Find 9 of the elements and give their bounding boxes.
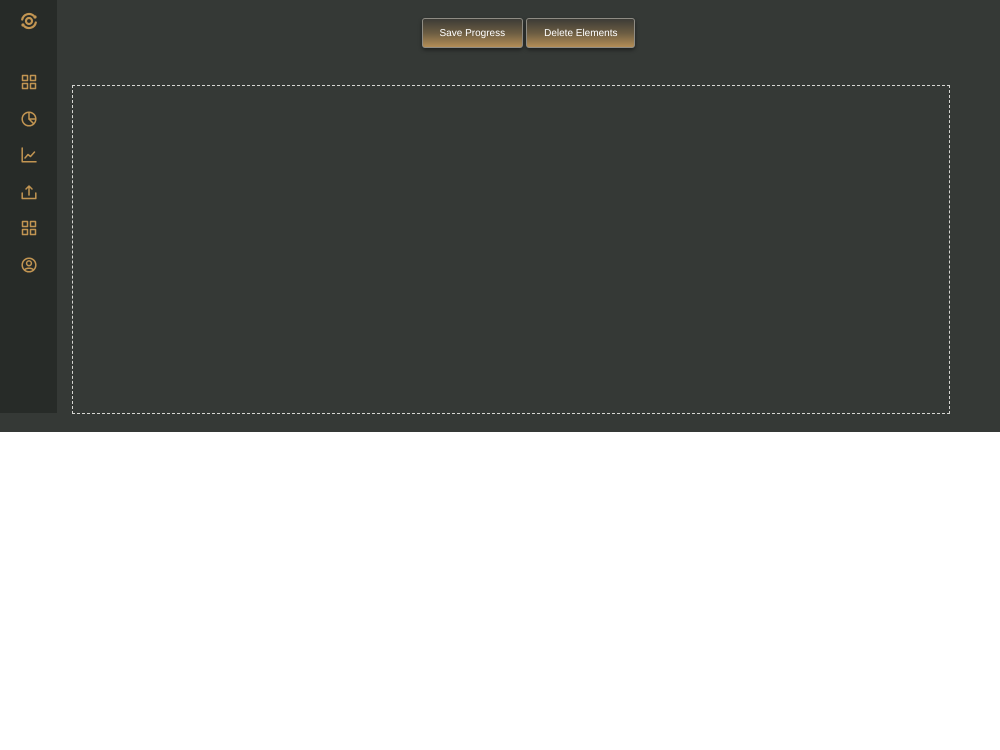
user-icon[interactable] [20, 256, 36, 273]
pie-chart-icon[interactable] [20, 110, 36, 127]
toolbar-button[interactable]: Save Progress [422, 18, 524, 48]
grid-icon[interactable] [20, 220, 36, 236]
logo-icon[interactable] [18, 11, 38, 31]
toolbar-button[interactable]: Delete Elements [526, 18, 636, 48]
grid-icon[interactable] [20, 74, 36, 90]
line-chart-icon[interactable] [20, 147, 36, 164]
upload-icon[interactable] [20, 184, 36, 200]
